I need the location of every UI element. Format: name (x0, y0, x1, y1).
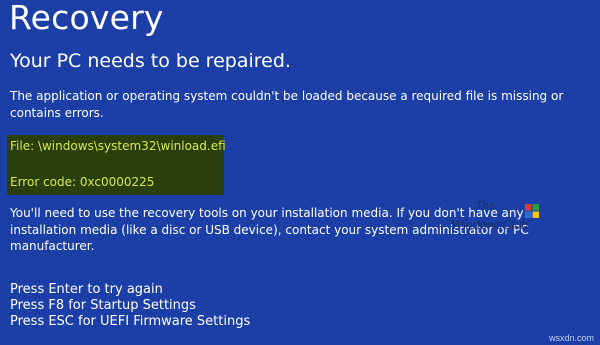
file-path-text: File: \windows\system32\winload.efi (10, 139, 226, 153)
action-enter: Press Enter to try again (10, 282, 163, 297)
page-title: Recovery (9, 0, 164, 37)
error-message: The application or operating system coul… (10, 89, 564, 120)
action-esc: Press ESC for UEFI Firmware Settings (10, 314, 251, 329)
windowsclub-logo-icon (525, 204, 539, 218)
recovery-screen: Recovery Your PC needs to be repaired. T… (0, 0, 600, 345)
watermark-the: The (476, 200, 495, 212)
watermark-name: WindowsClub (451, 217, 529, 232)
page-subtitle: Your PC needs to be repaired. (10, 50, 291, 72)
corner-watermark: wsxdn.com (548, 333, 594, 343)
key-actions-list: Press Enter to try again Press F8 for St… (10, 282, 250, 330)
action-f8: Press F8 for Startup Settings (10, 298, 196, 313)
error-code-text: Error code: 0xc0000225 (10, 175, 155, 189)
